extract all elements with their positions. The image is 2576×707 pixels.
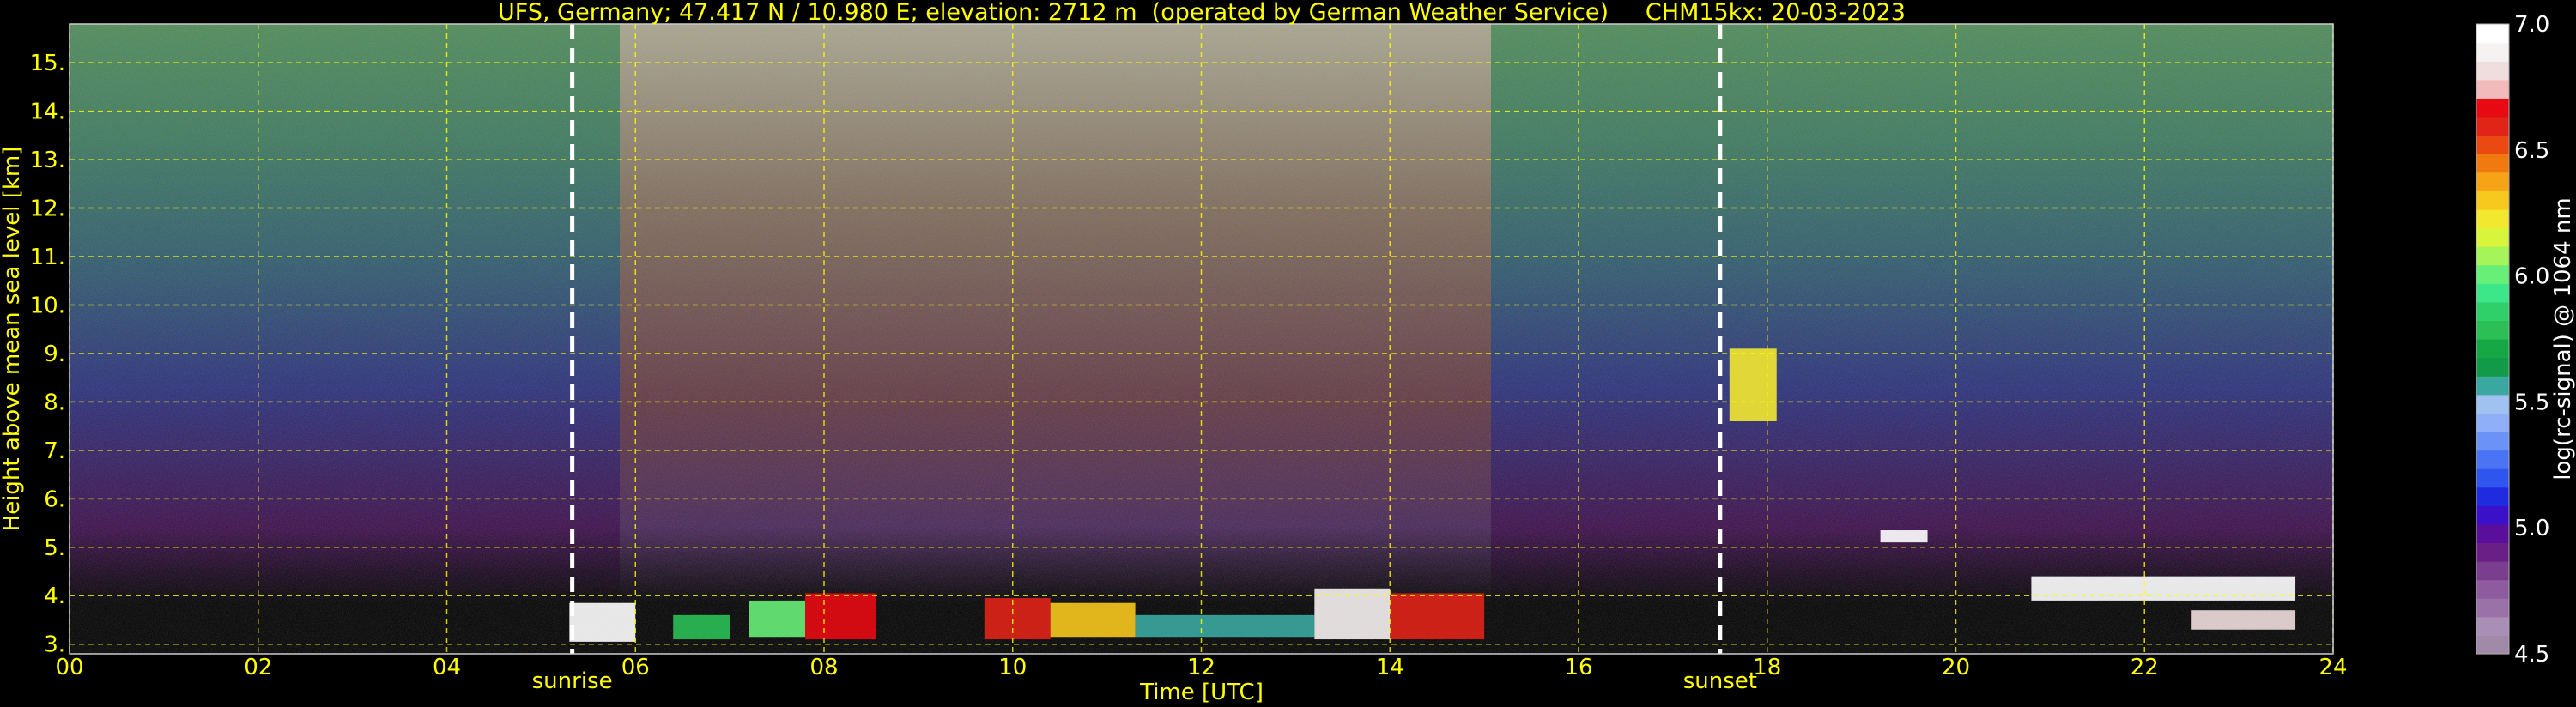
colorbar-segment	[2476, 598, 2509, 618]
y-tick-label: 14.	[30, 100, 65, 125]
colorbar-segment	[2476, 468, 2509, 488]
colorbar-segment	[2476, 208, 2509, 229]
x-tick-label: 20	[1942, 655, 1970, 680]
chart-title: UFS, Germany; 47.417 N / 10.980 E; eleva…	[498, 0, 1906, 26]
cloud-patch	[984, 598, 1051, 640]
colorbar-tick-label: 7.0	[2514, 12, 2549, 38]
colorbar-segment	[2476, 61, 2509, 81]
colorbar-segment	[2476, 486, 2509, 506]
x-tick-label: 04	[433, 655, 461, 680]
cloud-patch	[1880, 530, 1928, 543]
cloud-patch	[673, 614, 730, 640]
y-tick-label: 4.	[44, 583, 65, 609]
colorbar-segment	[2476, 542, 2509, 562]
cloud-patch	[1050, 602, 1136, 638]
colorbar-segment	[2476, 190, 2509, 210]
colorbar-segment	[2476, 376, 2509, 396]
colorbar-segment	[2476, 135, 2509, 154]
colorbar-segment	[2476, 616, 2509, 637]
x-tick-label: 22	[2131, 655, 2159, 680]
colorbar-segment	[2476, 227, 2509, 247]
cloud-patch	[1729, 348, 1777, 421]
colorbar-tick-label: 5.0	[2514, 516, 2549, 541]
colorbar-segment	[2476, 42, 2509, 62]
cloud-patch	[1135, 614, 1315, 638]
x-tick-label: 14	[1376, 655, 1404, 680]
y-tick-label: 10.	[30, 293, 65, 318]
sunrise-label: sunrise	[532, 668, 613, 694]
x-tick-label: 24	[2318, 655, 2347, 680]
y-tick-label: 12.	[30, 196, 65, 222]
colorbar-segment	[2476, 561, 2509, 581]
colorbar-segment	[2476, 394, 2509, 414]
cloud-patch	[1390, 593, 1485, 640]
sunset-label: sunset	[1683, 668, 1757, 694]
colorbar-segment	[2476, 523, 2509, 544]
y-axis-ticks: 3. 4. 5. 6. 7. 8. 9. 10. 11. 12. 13. 14. 15.	[30, 51, 65, 658]
y-tick-label: 11.	[30, 245, 65, 270]
x-tick-label: 10	[998, 655, 1027, 680]
y-tick-label: 9.	[44, 341, 65, 367]
y-tick-label: 3.	[44, 632, 65, 658]
x-tick-label: 06	[621, 655, 650, 680]
colorbar-segment	[2476, 24, 2509, 44]
y-axis-label: Height above mean sea level [km]	[0, 147, 25, 532]
x-axis-ticks: 00 02 04 06 08 10 12 14 16 18 20 22 24	[55, 655, 2347, 680]
cloud-patch	[2191, 610, 2296, 630]
colorbar-segment	[2476, 301, 2509, 322]
y-tick-label: 6.	[44, 486, 65, 512]
colorbar-segment	[2476, 413, 2509, 432]
colorbar-segment	[2476, 431, 2509, 451]
colorbar-tick-label: 6.5	[2514, 138, 2549, 164]
x-tick-label: 18	[1753, 655, 1781, 680]
y-tick-label: 7.	[44, 438, 65, 464]
cloud-patch	[749, 600, 806, 638]
colorbar-segment	[2476, 579, 2509, 599]
y-tick-label: 5.	[44, 535, 65, 561]
colorbar-segment	[2476, 635, 2509, 655]
colorbar-segment	[2476, 339, 2509, 359]
x-tick-label: 08	[809, 655, 838, 680]
colorbar-tick-label: 6.0	[2514, 264, 2549, 290]
colorbar-tick-label: 5.5	[2514, 390, 2549, 415]
colorbar-ticks: 4.5 5.0 5.5 6.0 6.5 7.0	[2514, 12, 2549, 668]
colorbar-segment	[2476, 246, 2509, 266]
colorbar-tick-label: 4.5	[2514, 642, 2549, 668]
colorbar-segment	[2476, 450, 2509, 469]
colorbar-segment	[2476, 154, 2509, 173]
y-tick-label: 15.	[30, 51, 65, 76]
x-tick-label: 02	[244, 655, 272, 680]
colorbar-segment	[2476, 357, 2509, 377]
colorbar-segment	[2476, 172, 2509, 191]
x-tick-label: 00	[55, 655, 83, 680]
colorbar-segment	[2476, 283, 2509, 303]
colorbar-segment	[2476, 116, 2509, 136]
ceilometer-chart: 00 02 04 06 08 10 12 14 16 18 20 22 24 3. 4. 5. 6. 7. 8. 9…	[0, 0, 2576, 705]
y-tick-label: 8.	[44, 390, 65, 415]
cloud-patch	[2031, 576, 2296, 601]
colorbar-segment	[2476, 320, 2509, 340]
x-tick-label: 16	[1564, 655, 1592, 680]
cloud-patch	[805, 593, 876, 640]
colorbar-segment	[2476, 264, 2509, 284]
x-tick-label: 12	[1187, 655, 1215, 680]
x-axis-label: Time [UTC]	[1139, 680, 1264, 705]
colorbar-segment	[2476, 79, 2509, 99]
colorbar-segment	[2476, 98, 2509, 118]
y-tick-label: 13.	[30, 148, 65, 173]
cloud-patch	[569, 602, 636, 642]
colorbar-label: log(rc-signal) @ 1064 nm	[2550, 197, 2576, 480]
colorbar	[2476, 24, 2509, 655]
colorbar-segment	[2476, 505, 2509, 525]
